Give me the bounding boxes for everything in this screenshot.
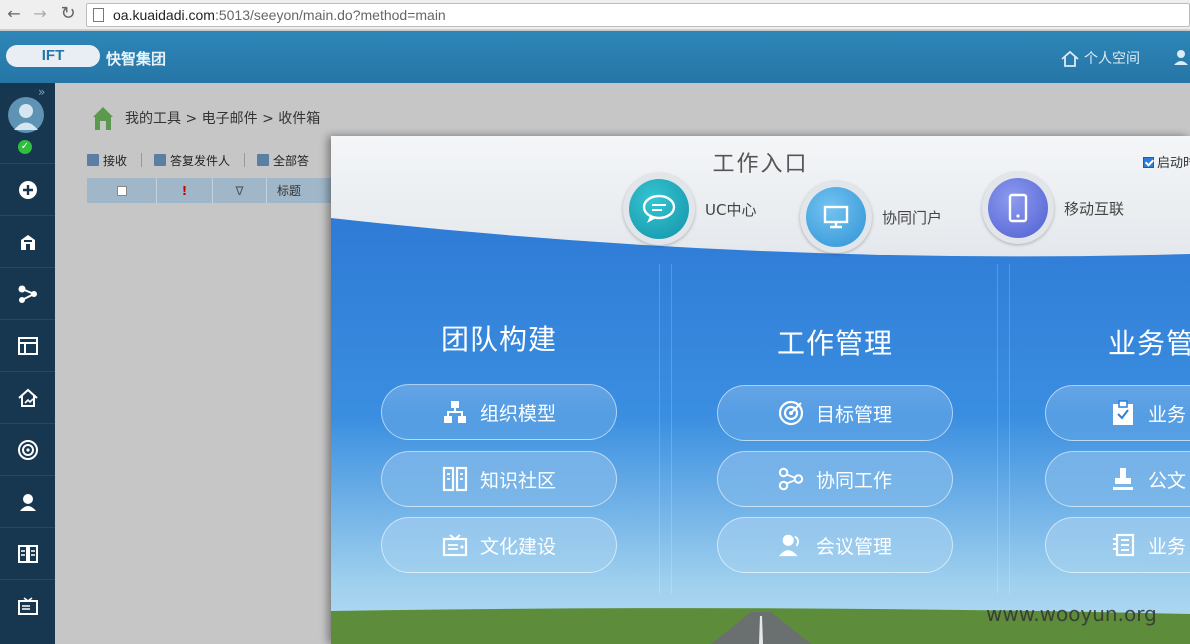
people-icon bbox=[778, 532, 804, 558]
sidebar-item-workflow[interactable] bbox=[0, 267, 55, 319]
priority-column-header[interactable]: ! bbox=[157, 178, 213, 203]
mail-table-header: ! ∇ 标题 bbox=[87, 178, 347, 203]
breadcrumb: 我的工具 > 电子邮件 > 收件箱 bbox=[91, 105, 320, 131]
list-icon bbox=[1110, 532, 1136, 558]
entry-mobile[interactable]: 移动互联 bbox=[982, 172, 1124, 244]
watermark: www.wooyun.org bbox=[986, 602, 1157, 626]
left-sidebar: » ✓ bbox=[0, 83, 55, 644]
building-icon bbox=[20, 234, 35, 250]
knowledge-community-button[interactable]: 知识社区 bbox=[381, 451, 617, 507]
column-title-business: 业务管 bbox=[1108, 327, 1190, 360]
show-on-startup-checkbox[interactable]: 启动时 bbox=[1143, 152, 1190, 171]
app-header: IFT 快智集团 个人空间 bbox=[0, 31, 1190, 83]
sidebar-item-calendar[interactable] bbox=[0, 319, 55, 371]
column-divider bbox=[997, 264, 998, 594]
toolbar-divider bbox=[141, 153, 143, 167]
org-model-button[interactable]: 组织模型 bbox=[381, 384, 617, 440]
company-logo: IFT bbox=[6, 45, 100, 67]
entry-uc-center[interactable]: UC中心 bbox=[623, 173, 756, 245]
sidebar-item-target[interactable] bbox=[0, 423, 55, 475]
page-icon bbox=[93, 8, 104, 22]
receive-button[interactable]: 接收 bbox=[87, 152, 127, 169]
column-title-work: 工作管理 bbox=[776, 327, 893, 360]
sidebar-item-culture[interactable] bbox=[0, 579, 55, 631]
sidebar-item-building[interactable] bbox=[0, 215, 55, 267]
org-chart-icon bbox=[442, 399, 468, 425]
toolbar-divider bbox=[244, 153, 246, 167]
monitor-icon bbox=[806, 187, 866, 247]
reload-icon[interactable]: ↻ bbox=[58, 4, 78, 24]
collaboration-button[interactable]: 协同工作 bbox=[717, 451, 953, 507]
toolbox-icon bbox=[93, 107, 113, 130]
browser-toolbar: ← → ↻ oa.kuaidadi.com:5013/seeyon/main.d… bbox=[0, 0, 1190, 30]
plus-circle-icon bbox=[18, 180, 37, 199]
target-icon bbox=[17, 439, 38, 460]
select-all-checkbox[interactable] bbox=[87, 178, 157, 203]
column-divider bbox=[659, 264, 660, 594]
entry-circle bbox=[982, 172, 1054, 244]
online-status-icon: ✓ bbox=[18, 140, 32, 154]
tablet-icon bbox=[988, 178, 1048, 238]
reply-sender-button[interactable]: 答复发件人 bbox=[154, 152, 230, 169]
reply-icon bbox=[154, 154, 167, 166]
avatar[interactable] bbox=[8, 97, 44, 133]
target-icon bbox=[778, 400, 804, 426]
goal-management-button[interactable]: 目标管理 bbox=[717, 385, 953, 441]
company-name: 快智集团 bbox=[106, 50, 167, 68]
chat-bubble-icon bbox=[629, 179, 689, 239]
sidebar-item-portal[interactable] bbox=[0, 371, 55, 423]
address-bar[interactable]: oa.kuaidadi.com:5013/seeyon/main.do?meth… bbox=[86, 3, 1190, 27]
sidebar-item-knowledge[interactable] bbox=[0, 527, 55, 579]
tv-icon bbox=[442, 532, 468, 558]
workflow-icon bbox=[18, 285, 37, 303]
forward-arrow-icon[interactable]: → bbox=[30, 4, 50, 24]
sidebar-item-meeting[interactable] bbox=[0, 475, 55, 527]
reply-all-icon bbox=[257, 154, 270, 166]
app-root: ← → ↻ oa.kuaidadi.com:5013/seeyon/main.d… bbox=[0, 0, 1190, 644]
url-text: oa.kuaidadi.com:5013/seeyon/main.do?meth… bbox=[113, 7, 446, 23]
calendar-icon bbox=[17, 336, 38, 355]
column-title-team: 团队构建 bbox=[440, 323, 557, 356]
attachment-column-header[interactable]: ∇ bbox=[213, 178, 267, 203]
clipboard-icon bbox=[1110, 400, 1136, 426]
business-button-3[interactable]: 业务 bbox=[1045, 517, 1190, 573]
culture-building-button[interactable]: 文化建设 bbox=[381, 517, 617, 573]
meeting-management-button[interactable]: 会议管理 bbox=[717, 517, 953, 573]
entry-circle bbox=[623, 173, 695, 245]
paperclip-icon: ∇ bbox=[235, 183, 244, 198]
column-divider bbox=[1009, 264, 1010, 594]
entry-circle bbox=[800, 181, 872, 253]
official-doc-button[interactable]: 公文 bbox=[1045, 451, 1190, 507]
receive-icon bbox=[87, 154, 99, 166]
personal-space-link[interactable]: 个人空间 bbox=[1060, 48, 1140, 68]
user-menu-icon[interactable] bbox=[1172, 48, 1190, 70]
home-chart-icon bbox=[17, 388, 38, 407]
person-icon bbox=[19, 493, 36, 511]
home-icon bbox=[1060, 50, 1080, 68]
column-divider bbox=[671, 264, 672, 594]
business-button-1[interactable]: 业务 bbox=[1045, 385, 1190, 441]
mail-toolbar: 接收 答复发件人 全部答 bbox=[87, 148, 323, 172]
book-icon bbox=[17, 544, 38, 563]
stamp-icon bbox=[1110, 466, 1136, 492]
workflow-icon bbox=[778, 466, 804, 492]
book-icon bbox=[442, 466, 468, 492]
checkbox-checked-icon bbox=[1143, 157, 1154, 168]
entry-collab-portal[interactable]: 协同门户 bbox=[800, 181, 942, 253]
tv-icon bbox=[17, 596, 38, 615]
reply-all-button[interactable]: 全部答 bbox=[257, 152, 309, 169]
back-arrow-icon[interactable]: ← bbox=[4, 4, 24, 24]
work-entry-modal: 工作入口 启动时 UC中心 协同门户 移动互联 团队构建 组织模型 知识社区 文… bbox=[331, 136, 1190, 644]
sidebar-item-add[interactable] bbox=[0, 163, 55, 215]
